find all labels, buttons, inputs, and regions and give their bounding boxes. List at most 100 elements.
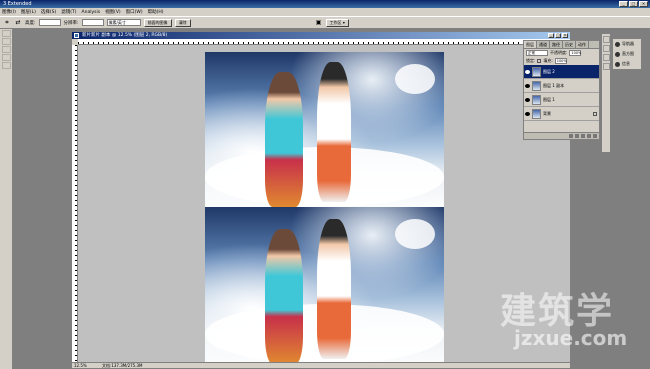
boy-figure — [317, 219, 351, 359]
layer-row[interactable]: 图层 1 — [524, 93, 599, 107]
app-titlebar: 3 Extended _ □ × — [0, 0, 650, 8]
move-tool-icon[interactable] — [2, 30, 11, 37]
watermark: 建筑学 jzxue.com — [492, 282, 642, 362]
menu-help[interactable]: 帮助(H) — [148, 9, 164, 15]
info-icon — [615, 61, 620, 67]
lock-icon[interactable] — [537, 59, 542, 63]
fill-input[interactable]: 100% — [554, 58, 567, 64]
zoom-level[interactable]: 12.5% — [74, 363, 87, 368]
layer-row[interactable]: 图层 1 副本 — [524, 79, 599, 93]
menu-image[interactable]: 图像(I) — [2, 9, 16, 15]
info-label: 信息 — [622, 61, 630, 66]
layer-row[interactable]: 背景 — [524, 107, 599, 121]
histogram-item[interactable]: 直方图 — [613, 49, 641, 59]
mask-icon[interactable] — [581, 134, 585, 138]
menu-layer[interactable]: 图层(L) — [21, 9, 36, 15]
boy-figure — [317, 62, 351, 202]
blend-row: 正常 不透明度: 100% — [524, 49, 599, 57]
document-title: 新片新片 副本 @ 12.5% (图层 2, RGB/8) — [82, 33, 168, 38]
tools-panel — [0, 29, 13, 369]
workspace-icon[interactable]: ▣ — [315, 19, 323, 27]
girl-figure — [265, 72, 303, 207]
unit-select[interactable]: 像素/英寸 — [106, 19, 141, 26]
histogram-label: 直方图 — [622, 51, 634, 56]
layer-row[interactable]: 图层 2 — [524, 65, 599, 79]
cloud-balloon — [395, 64, 435, 94]
tab-history[interactable]: 历史 — [563, 41, 576, 48]
doc-maximize-button[interactable]: □ — [555, 33, 561, 38]
layer-thumbnail — [532, 66, 541, 77]
link-icon[interactable] — [569, 134, 573, 138]
photo-top[interactable] — [205, 52, 444, 207]
tab-channels[interactable]: 通道 — [537, 41, 550, 48]
clear-button[interactable]: 清除 — [174, 18, 191, 27]
brush-icon[interactable] — [603, 36, 610, 43]
fill-label: 填充: — [543, 58, 553, 63]
workspace-button[interactable]: 工作区 ▾ — [325, 18, 349, 27]
height-input[interactable] — [38, 19, 61, 26]
doc-size: 文档:137.3M/275.3M — [102, 363, 143, 368]
tab-layers[interactable]: 图层 — [524, 41, 537, 48]
trash-icon[interactable] — [593, 134, 597, 138]
layers-panel-tabs: 图层 通道 路径 历史 动作 — [524, 41, 599, 49]
lock-label: 锁定: — [526, 58, 536, 63]
eye-icon[interactable] — [525, 69, 530, 74]
cloud-balloon — [395, 219, 435, 249]
menu-filter[interactable]: 滤镜(T) — [61, 9, 76, 15]
clone-icon[interactable] — [603, 45, 610, 52]
lasso-tool-icon[interactable] — [2, 46, 11, 53]
minimize-button[interactable]: _ — [619, 1, 628, 7]
eye-icon[interactable] — [525, 83, 530, 88]
menu-bar: 图像(I) 图层(L) 选择(S) 滤镜(T) Analysis 视图(V) 窗… — [0, 8, 650, 16]
layers-panel: 图层 通道 路径 历史 动作 正常 不透明度: 100% 锁定: 填充: 100… — [523, 40, 600, 140]
blend-mode-select[interactable]: 正常 — [526, 50, 548, 56]
eye-icon[interactable] — [525, 97, 530, 102]
histogram-icon — [615, 51, 620, 57]
paragraph-icon[interactable] — [603, 63, 610, 70]
side-dock — [601, 33, 611, 153]
resolution-label: 分辨率: — [63, 20, 79, 26]
magic-wand-tool-icon[interactable] — [2, 54, 11, 61]
menu-view[interactable]: 视图(V) — [105, 9, 121, 15]
document-status-bar: 12.5% 文档:137.3M/275.3M — [72, 362, 570, 368]
height-label: 高度: — [25, 20, 36, 26]
layer-thumbnail — [532, 108, 541, 119]
photo-bottom[interactable] — [205, 207, 444, 364]
layer-name: 背景 — [543, 110, 551, 116]
marquee-tool-icon[interactable] — [2, 38, 11, 45]
menu-window[interactable]: 窗口(W) — [126, 9, 143, 15]
navigator-panel: 导航器 直方图 信息 — [612, 38, 642, 70]
girl-figure — [265, 229, 303, 364]
layer-name: 图层 1 — [543, 96, 555, 102]
lock-icon — [593, 111, 597, 116]
front-image-button[interactable]: 前面的图像 — [143, 18, 172, 27]
text-icon[interactable] — [603, 54, 610, 61]
document-controls: _ □ × — [548, 33, 568, 38]
close-button[interactable]: × — [639, 1, 648, 7]
eye-icon[interactable] — [525, 111, 530, 116]
layer-name: 图层 1 副本 — [543, 82, 565, 88]
menu-analysis[interactable]: Analysis — [82, 10, 101, 15]
photoshop-doc-icon — [74, 33, 79, 38]
crop-tool-icon[interactable]: ⌗ — [3, 19, 11, 27]
swap-icon[interactable]: ⇄ — [14, 19, 22, 27]
document-titlebar[interactable]: 新片新片 副本 @ 12.5% (图层 2, RGB/8) _ □ × — [72, 32, 570, 39]
layer-thumbnail — [532, 80, 541, 91]
resolution-input[interactable] — [81, 19, 104, 26]
new-layer-icon[interactable] — [587, 134, 591, 138]
doc-close-button[interactable]: × — [562, 33, 568, 38]
doc-minimize-button[interactable]: _ — [548, 33, 554, 38]
maximize-button[interactable]: □ — [629, 1, 638, 7]
fx-icon[interactable] — [575, 134, 579, 138]
tab-actions[interactable]: 动作 — [576, 41, 589, 48]
menu-select[interactable]: 选择(S) — [41, 9, 56, 15]
crop-tool-icon[interactable] — [2, 62, 11, 69]
options-bar: ⌗ ⇄ 高度: 分辨率: 像素/英寸 前面的图像 清除 ▣ 工作区 ▾ — [0, 16, 650, 29]
info-item[interactable]: 信息 — [613, 59, 641, 69]
opacity-label: 不透明度: — [550, 50, 568, 55]
navigator-icon — [615, 41, 620, 47]
navigator-item[interactable]: 导航器 — [613, 39, 641, 49]
watermark-url: jzxue.com — [514, 326, 628, 350]
opacity-input[interactable]: 100% — [569, 50, 581, 56]
tab-paths[interactable]: 路径 — [550, 41, 563, 48]
